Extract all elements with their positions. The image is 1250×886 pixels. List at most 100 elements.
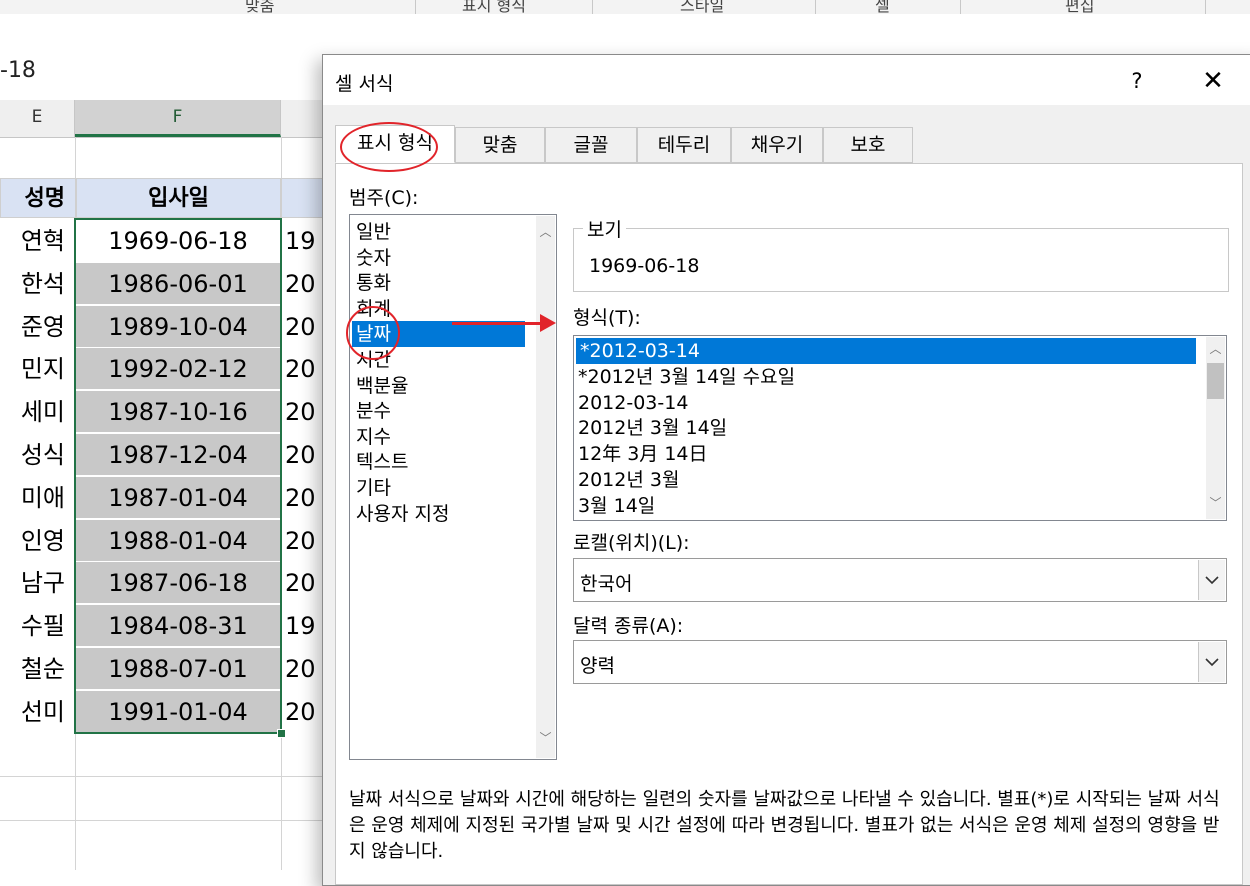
date-cell[interactable]: 1988-07-01 xyxy=(76,648,280,690)
dialog-titlebar[interactable]: 셀 서식 ? ✕ xyxy=(323,55,1250,105)
date-cell[interactable]: 1988-01-04 xyxy=(76,519,280,562)
locale-dropdown[interactable]: 한국어 xyxy=(573,558,1227,602)
chevron-down-icon xyxy=(1205,658,1219,667)
scroll-up-icon[interactable]: ︿ xyxy=(536,222,555,242)
type-item[interactable]: 12年 3月 14日 xyxy=(578,441,708,467)
grid-line xyxy=(0,776,330,777)
category-item[interactable]: 백분율 xyxy=(356,373,408,399)
date-cell[interactable]: 1987-06-18 xyxy=(76,562,280,605)
category-listbox[interactable]: 일반 숫자 통화 회계 날짜 시간 백분율 분수 지수 텍스트 기타 사용자 지정 ︿ ﹀ xyxy=(349,214,557,760)
date-cell[interactable]: 1989-10-04 xyxy=(76,305,280,348)
column-g-cell[interactable]: 20 xyxy=(285,391,325,433)
tab-protection[interactable]: 보호 xyxy=(823,127,913,163)
category-item[interactable]: 숫자 xyxy=(356,245,391,271)
tab-font[interactable]: 글꼴 xyxy=(545,127,637,163)
type-scrollbar[interactable]: ︿ ﹀ xyxy=(1206,337,1225,519)
name-cell[interactable]: 연혁 xyxy=(0,220,75,262)
tab-fill[interactable]: 채우기 xyxy=(731,127,823,163)
date-cell[interactable]: 1984-08-31 xyxy=(76,605,280,648)
name-cell[interactable]: 준영 xyxy=(0,306,75,348)
calendar-dropdown[interactable]: 양력 xyxy=(573,640,1227,684)
tab-border[interactable]: 테두리 xyxy=(637,127,731,163)
name-cell[interactable]: 성식 xyxy=(0,434,75,476)
help-button[interactable]: ? xyxy=(1117,63,1157,99)
date-cell[interactable]: 1969-06-18 xyxy=(76,220,280,262)
category-scrollbar[interactable]: ︿ ﹀ xyxy=(536,216,555,758)
column-g-cell[interactable]: 20 xyxy=(285,263,325,305)
type-item[interactable]: 2012-03-14 xyxy=(578,390,688,416)
ribbon-separator xyxy=(592,0,593,14)
category-item[interactable]: 회계 xyxy=(356,296,391,322)
category-item[interactable]: 일반 xyxy=(356,219,391,245)
scroll-thumb[interactable] xyxy=(1207,363,1224,399)
column-header-e[interactable]: E xyxy=(0,100,75,137)
ribbon-separator xyxy=(815,0,816,14)
scroll-up-icon[interactable]: ︿ xyxy=(1206,339,1225,359)
type-item[interactable]: *2012-03-14 xyxy=(576,338,1196,364)
locale-dropdown-button[interactable] xyxy=(1198,560,1225,600)
grid-line xyxy=(281,137,282,870)
ribbon-separator xyxy=(1205,0,1206,14)
name-cell[interactable]: 수필 xyxy=(0,605,75,647)
column-g-cell[interactable]: 19 xyxy=(285,220,325,262)
category-item[interactable]: 텍스트 xyxy=(356,449,408,475)
type-listbox[interactable]: *2012-03-14 *2012년 3월 14일 수요일 2012-03-14 20… xyxy=(573,335,1227,521)
formula-bar-text[interactable]: -18 xyxy=(0,58,36,83)
column-g-cell[interactable]: 20 xyxy=(285,348,325,390)
category-item[interactable]: 통화 xyxy=(356,270,391,296)
name-cell[interactable]: 인영 xyxy=(0,520,75,562)
date-cell[interactable]: 1986-06-01 xyxy=(76,262,280,305)
annotation-arrow-line xyxy=(452,322,542,325)
category-item[interactable]: 지수 xyxy=(356,424,391,450)
column-g-cell[interactable]: 20 xyxy=(285,434,325,476)
calendar-dropdown-button[interactable] xyxy=(1198,642,1225,682)
column-g-cell[interactable]: 20 xyxy=(285,520,325,562)
date-cell[interactable]: 1987-01-04 xyxy=(76,476,280,519)
header-cell-name[interactable]: 성명 xyxy=(0,178,76,218)
ribbon-group-alignment[interactable]: 맞춤 xyxy=(245,0,274,14)
ribbon-group-cells[interactable]: 셀 xyxy=(875,0,890,14)
column-g-cell[interactable]: 20 xyxy=(285,477,325,519)
column-g-cell[interactable]: 19 xyxy=(285,605,325,647)
category-item[interactable]: 사용자 지정 xyxy=(356,501,449,527)
name-cell[interactable]: 민지 xyxy=(0,348,75,390)
category-item[interactable]: 날짜 xyxy=(352,321,525,348)
column-header-f[interactable]: F xyxy=(75,100,281,137)
name-cell[interactable]: 한석 xyxy=(0,263,75,305)
name-cell[interactable]: 선미 xyxy=(0,691,75,733)
category-item[interactable]: 기타 xyxy=(356,475,391,501)
name-cell[interactable]: 미애 xyxy=(0,477,75,519)
date-cell[interactable]: 1992-02-12 xyxy=(76,348,280,391)
column-g-cell[interactable]: 20 xyxy=(285,691,325,733)
type-item[interactable]: 3월 14일 xyxy=(578,493,655,519)
ribbon-group-styles[interactable]: 스타일 xyxy=(680,0,724,14)
header-cell-hire-date[interactable]: 입사일 xyxy=(76,178,281,218)
calendar-label: 달력 종류(A): xyxy=(573,615,684,637)
date-cell[interactable]: 1991-01-04 xyxy=(76,690,280,733)
date-cell[interactable]: 1987-12-04 xyxy=(76,434,280,476)
date-cell[interactable]: 1987-10-16 xyxy=(76,391,280,434)
ribbon-group-number[interactable]: 표시 형식 xyxy=(462,0,526,14)
name-cell[interactable]: 세미 xyxy=(0,391,75,433)
category-item[interactable]: 시간 xyxy=(356,347,391,373)
type-item[interactable]: *2012년 3월 14일 수요일 xyxy=(578,364,795,390)
sample-value: 1969-06-18 xyxy=(589,255,700,277)
close-button[interactable]: ✕ xyxy=(1189,63,1237,99)
fill-handle[interactable] xyxy=(277,729,286,738)
scroll-down-icon[interactable]: ﹀ xyxy=(536,728,555,748)
tab-number[interactable]: 표시 형식 xyxy=(335,125,455,163)
grid-line xyxy=(0,820,330,821)
column-g-cell[interactable]: 20 xyxy=(285,562,325,604)
scroll-down-icon[interactable]: ﹀ xyxy=(1206,493,1225,513)
tab-alignment[interactable]: 맞춤 xyxy=(455,127,545,163)
ribbon-separator xyxy=(415,0,416,14)
dialog-title: 셀 서식 xyxy=(335,73,394,95)
ribbon-group-editing[interactable]: 편집 xyxy=(1065,0,1094,14)
name-cell[interactable]: 남구 xyxy=(0,562,75,604)
type-item[interactable]: 2012년 3월 xyxy=(578,467,679,493)
type-item[interactable]: 2012년 3월 14일 xyxy=(578,415,727,441)
column-g-cell[interactable]: 20 xyxy=(285,648,325,690)
category-item[interactable]: 분수 xyxy=(356,398,391,424)
column-g-cell[interactable]: 20 xyxy=(285,306,325,348)
name-cell[interactable]: 철순 xyxy=(0,648,75,690)
